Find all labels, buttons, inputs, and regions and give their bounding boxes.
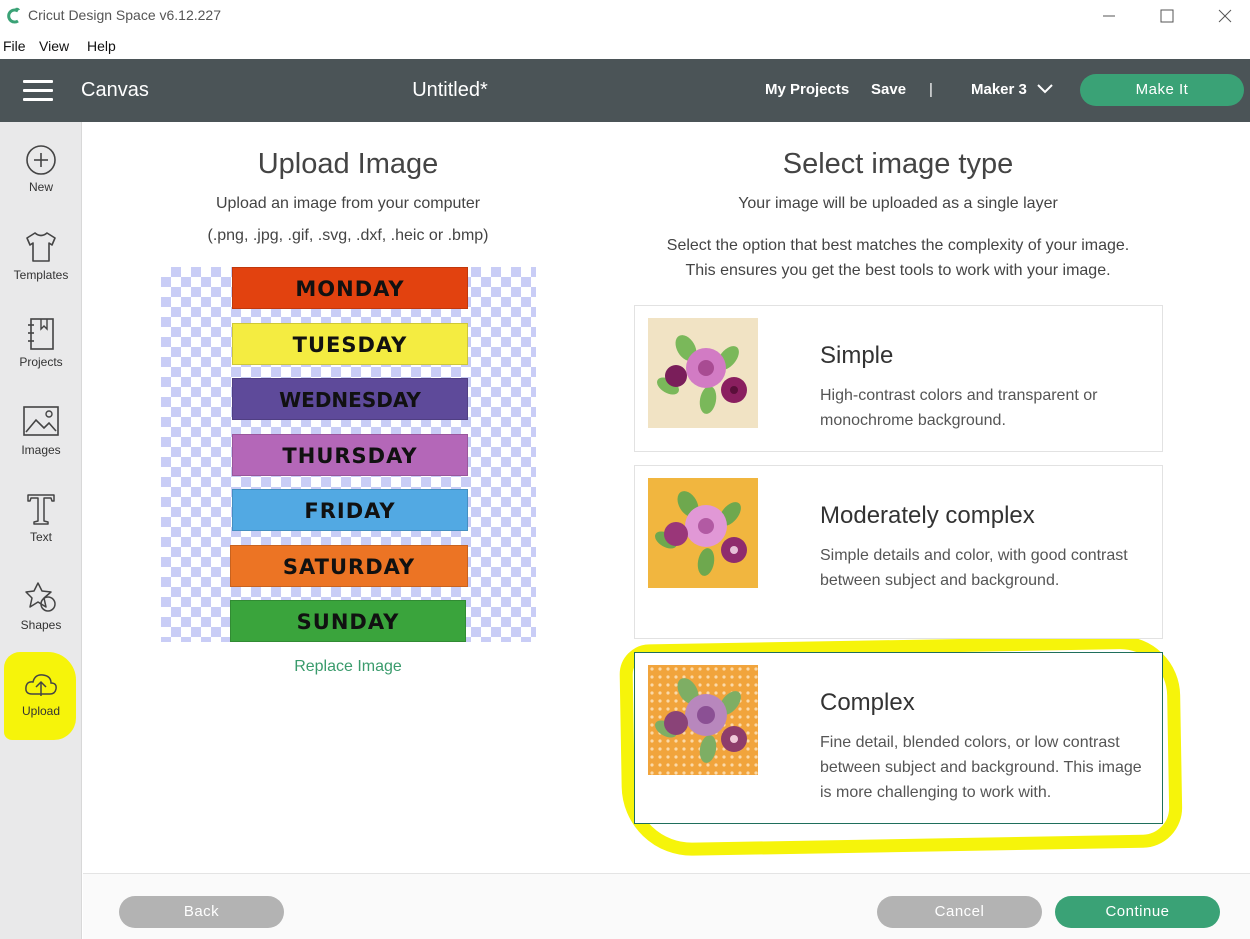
sidebar-item-shapes[interactable]: Shapes [0,580,82,632]
text-t-icon [27,494,55,525]
preview-day-band: SATURDAY [230,544,468,587]
machine-selector[interactable]: Maker 3 [971,81,1027,98]
upload-main-panel: Upload Image Upload an image from your c… [83,122,1250,873]
shapes-icon [25,582,56,612]
left-sidebar: New Templates Projects Images Text Shape… [0,122,82,939]
preview-day-band: SUNDAY [230,600,466,642]
maximize-icon[interactable] [1152,4,1182,28]
app-header: Canvas Untitled* My Projects Save | Make… [0,59,1250,122]
flower-thumbnail [648,478,758,588]
menu-bar: File View Help [0,34,1250,59]
sidebar-item-images[interactable]: Images [0,405,82,457]
minimize-icon[interactable] [1094,4,1124,28]
image-icon [23,406,59,436]
type-description: Simple details and color, with good cont… [820,547,1128,589]
cancel-button[interactable]: Cancel [877,896,1042,928]
instructions-line-2: This ensures you get the best tools to w… [685,262,1111,279]
preview-day-band: TUESDAY [232,322,468,365]
upload-formats: (.png, .jpg, .gif, .svg, .dxf, .heic or … [207,227,489,244]
image-type-simple[interactable]: Simple High-contrast colors and transpar… [634,305,1163,452]
sidebar-item-projects[interactable]: Projects [0,317,82,369]
instructions-line-1: Select the option that best matches the … [666,237,1130,254]
sidebar-label: Upload [21,704,61,718]
plus-circle-icon [26,145,56,175]
save-link[interactable]: Save [871,81,906,98]
window-titlebar: Cricut Design Space v6.12.227 [0,0,1250,34]
type-name: Moderately complex [820,502,1035,529]
sidebar-item-templates[interactable]: Templates [0,230,82,282]
type-description: Fine detail, blended colors, or low cont… [820,734,1142,801]
sidebar-label: Templates [13,268,69,282]
flower-thumbnail [648,318,758,428]
make-it-button[interactable]: Make It [1080,74,1244,106]
flower-thumbnail [648,665,758,775]
sidebar-label: New [28,180,53,194]
image-type-moderately-complex[interactable]: Moderately complex Simple details and co… [634,465,1163,639]
upload-title: Upload Image [257,148,439,180]
sidebar-label: Text [29,530,52,544]
cloud-upload-icon [25,674,57,696]
select-type-title: Select image type [782,148,1014,180]
preview-day-band: MONDAY [232,267,468,309]
select-type-instructions: Select the option that best matches the … [628,233,1168,283]
select-type-subtitle: Your image will be uploaded as a single … [738,195,1058,212]
my-projects-link[interactable]: My Projects [765,81,849,98]
type-description: High-contrast colors and transparent or … [820,387,1098,429]
type-name: Simple [820,342,894,369]
window-title: Cricut Design Space v6.12.227 [28,7,221,23]
replace-image-link[interactable]: Replace Image [248,658,448,676]
footer-bar: Back Cancel Continue [83,873,1250,939]
hamburger-menu-icon[interactable] [23,80,53,102]
sidebar-label: Shapes [20,618,62,632]
section-title: Canvas [81,79,149,101]
preview-day-band: WEDNESDAY [232,378,468,420]
document-title: Untitled* [412,79,488,101]
sidebar-item-upload[interactable]: Upload [0,670,82,718]
preview-day-band: THURSDAY [232,433,468,476]
preview-day-band: FRIDAY [232,489,468,531]
continue-button[interactable]: Continue [1055,896,1220,928]
back-button[interactable]: Back [119,896,284,928]
close-icon[interactable] [1210,4,1240,28]
type-name: Complex [820,689,915,716]
sidebar-label: Projects [19,355,63,369]
upload-subtitle: Upload an image from your computer [215,195,481,212]
sidebar-label: Images [21,443,61,457]
cricut-logo-icon [7,7,20,24]
sidebar-item-text[interactable]: Text [0,492,82,544]
header-separator: | [929,81,933,98]
menu-help[interactable]: Help [87,38,116,54]
sidebar-item-new[interactable]: New [0,144,82,194]
image-preview: MONDAY TUESDAY WEDNESDAY THURSDAY FRIDAY SATU… [161,267,536,642]
image-type-complex[interactable]: Complex Fine detail, blended colors, or … [634,652,1163,824]
menu-file[interactable]: File [3,38,26,54]
chevron-down-icon[interactable] [1036,83,1054,95]
shirt-icon [26,232,56,262]
notebook-icon [28,318,54,350]
menu-view[interactable]: View [39,38,69,54]
